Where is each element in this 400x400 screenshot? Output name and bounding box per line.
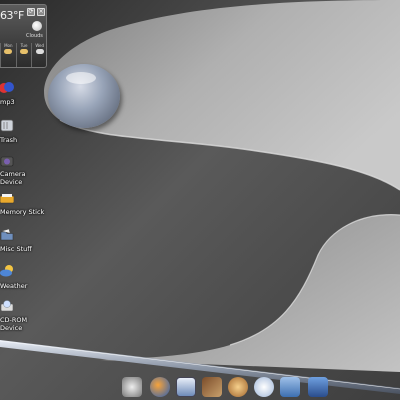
cloud-icon	[35, 49, 44, 54]
wallpaper-sphere	[48, 64, 120, 128]
forecast-day-name: Mon	[4, 43, 13, 48]
sun-cloud-icon	[4, 49, 13, 54]
desktop-icon-label: Camera Device	[0, 170, 26, 186]
memory-stick-icon	[0, 194, 14, 204]
weather-condition: Clouds	[26, 33, 43, 39]
file-manager-icon[interactable]	[280, 377, 300, 397]
browser-icon[interactable]	[150, 377, 170, 397]
camera-icon	[0, 156, 14, 167]
desktop-wallpaper	[0, 0, 400, 400]
clock-icon[interactable]	[308, 377, 328, 397]
clouds-icon	[32, 21, 42, 31]
temperature-readout: 63°F	[0, 9, 24, 22]
close-icon[interactable]: ×	[37, 8, 45, 16]
forecast-day-name: Wed	[35, 43, 45, 48]
desktop-icon-label: Memory Stick	[0, 208, 45, 216]
desktop-icon-label: Weather	[0, 282, 28, 290]
settings-icon[interactable]	[122, 377, 142, 397]
forecast-strip: Mon Tue Wed	[0, 43, 47, 67]
text-editor-icon[interactable]	[202, 377, 222, 397]
trash-icon	[0, 119, 14, 132]
refresh-icon[interactable]: ⟳	[27, 8, 35, 16]
forecast-day: Mon	[0, 43, 16, 67]
sun-cloud-icon	[20, 49, 28, 54]
mail-icon[interactable]	[176, 377, 196, 397]
desktop-icon-label: Misc Stuff	[0, 245, 32, 253]
desktop-icon-label: mp3	[0, 98, 15, 106]
desktop-icon-label: Trash	[0, 136, 18, 144]
chat-icon[interactable]	[228, 377, 248, 397]
weather-widget[interactable]: 63°F ⟳ × Clouds Mon Tue Wed	[0, 4, 47, 68]
weather-icon	[0, 265, 13, 277]
desktop-icon-label: CD-ROM Device	[0, 316, 28, 332]
cdrom-icon	[0, 300, 14, 312]
forecast-day-name: Tue	[20, 43, 28, 48]
folder-icon	[0, 228, 14, 241]
forecast-day: Tue	[15, 43, 32, 67]
dock	[118, 374, 343, 400]
music-icon	[0, 82, 14, 93]
forecast-day: Wed	[31, 43, 47, 67]
cd-player-icon[interactable]	[254, 377, 274, 397]
